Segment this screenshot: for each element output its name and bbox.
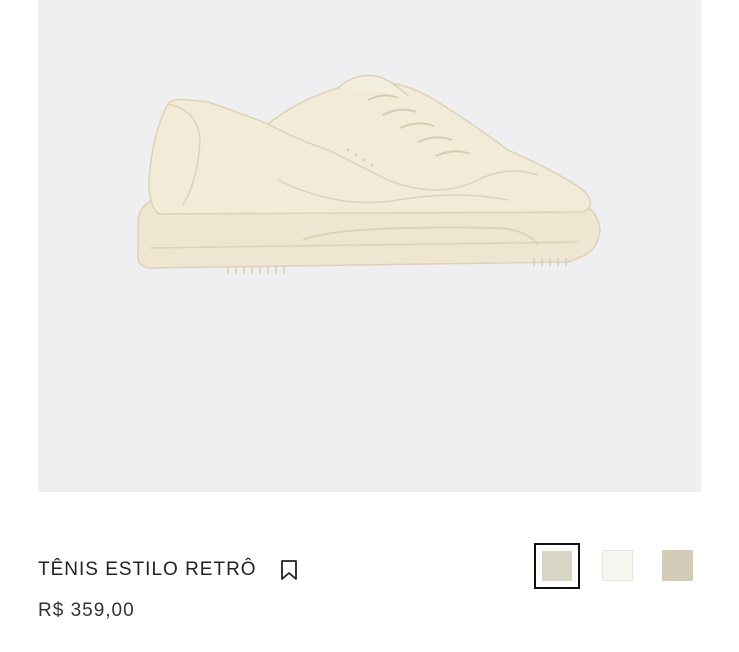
product-title-row: TÊNIS ESTILO RETRÔ	[38, 558, 299, 582]
color-swatches	[534, 543, 704, 589]
sneaker-image	[136, 74, 601, 274]
product-image[interactable]	[38, 0, 701, 492]
product-price: R$ 359,00	[38, 600, 135, 621]
product-title: TÊNIS ESTILO RETRÔ	[38, 559, 257, 580]
color-swatch-3[interactable]	[662, 550, 693, 581]
product-page: TÊNIS ESTILO RETRÔ R$ 359,00	[0, 0, 739, 652]
color-swatch-1-chip	[542, 551, 572, 581]
color-swatch-1[interactable]	[534, 543, 580, 589]
color-swatch-2[interactable]	[602, 550, 633, 581]
bookmark-icon[interactable]	[279, 559, 299, 581]
